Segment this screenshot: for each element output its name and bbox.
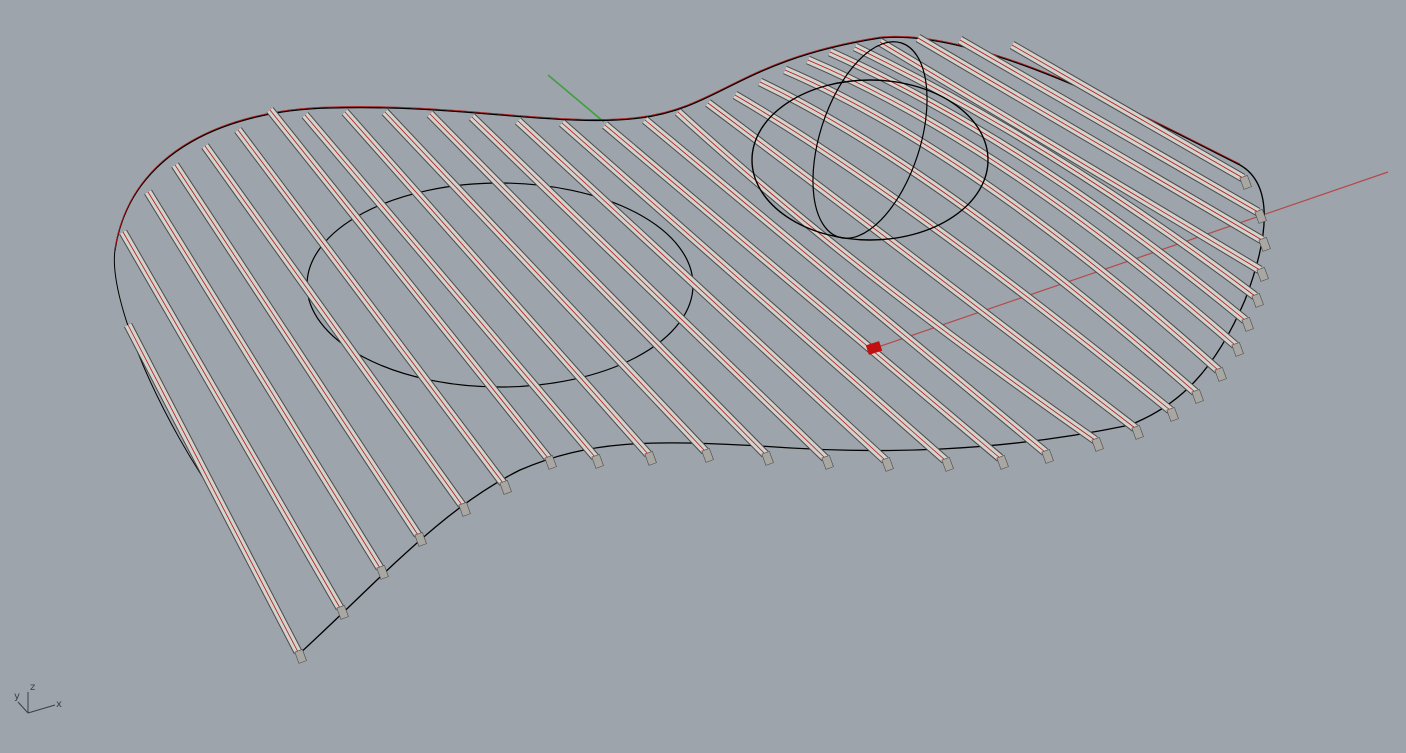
axis-y-label: y — [14, 691, 20, 702]
slat-left-3[interactable] — [144, 189, 389, 580]
axis-indicator: x y z — [10, 680, 80, 720]
axis-z-label: z — [30, 682, 36, 693]
axis-x-label: x — [56, 699, 62, 710]
rhino-perspective-viewport[interactable]: x y z — [0, 0, 1406, 753]
axis-indicator-lines — [17, 692, 56, 714]
slat-group[interactable] — [119, 34, 1271, 664]
slat-right-5[interactable] — [732, 91, 1179, 422]
3d-scene-canvas[interactable] — [0, 0, 1406, 753]
slat-left-1[interactable] — [124, 322, 307, 664]
slat-left-11[interactable] — [426, 110, 774, 466]
world-y-axis — [547, 74, 605, 123]
slat-left-2[interactable] — [119, 229, 349, 620]
